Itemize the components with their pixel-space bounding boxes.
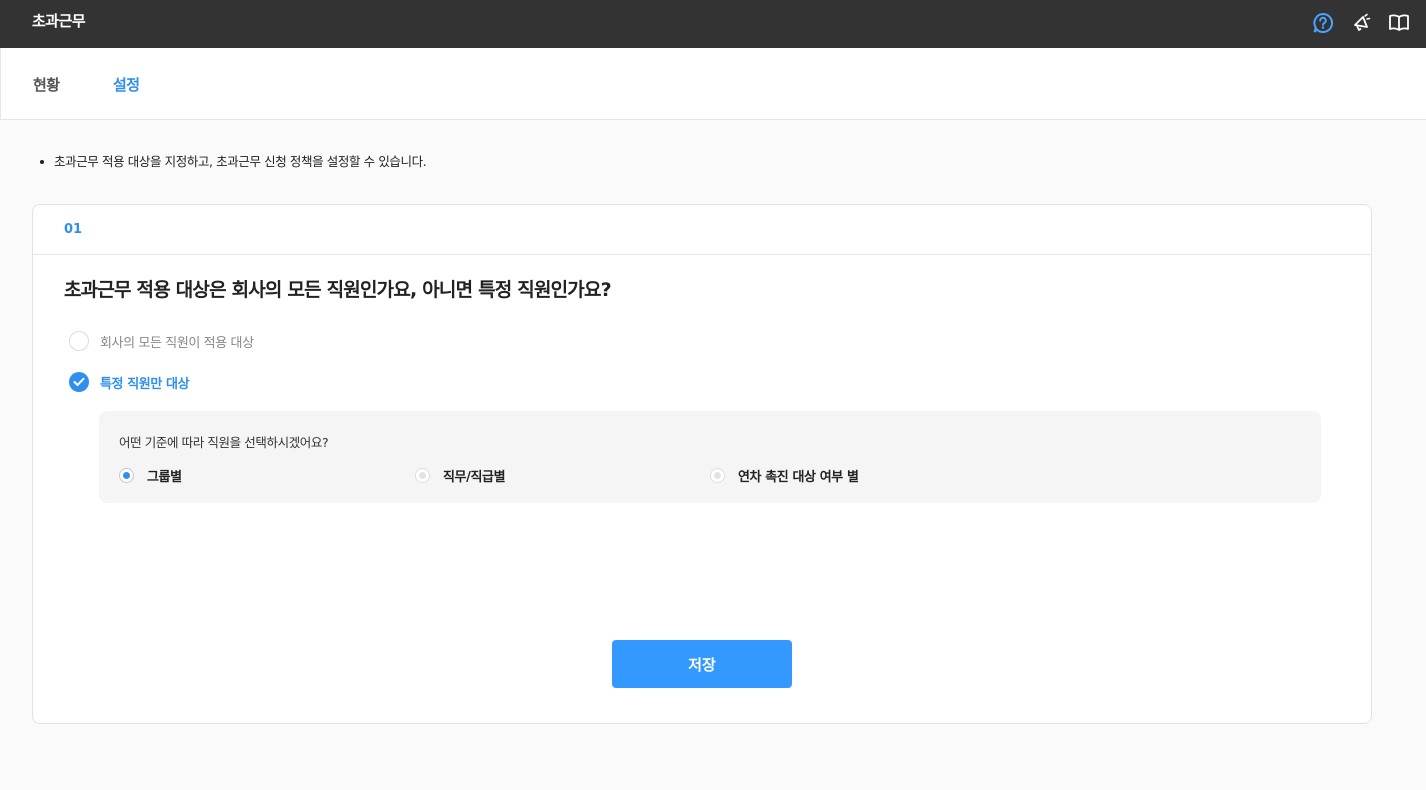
tab-settings[interactable]: 설정 — [113, 74, 140, 95]
help-circle-icon[interactable] — [1310, 10, 1336, 36]
radio-label: 연차 촉진 대상 여부 별 — [738, 470, 859, 485]
option-label: 특정 직원만 대상 — [100, 376, 190, 392]
option-specific-employees[interactable]: 특정 직원만 대상 — [69, 372, 190, 392]
section-question: 초과근무 적용 대상은 회사의 모든 직원인가요, 아니면 특정 직원인가요? — [64, 279, 612, 301]
save-button[interactable]: 저장 — [612, 640, 792, 688]
app-title: 초과근무 — [32, 12, 86, 30]
unchecked-circle-icon[interactable] — [69, 331, 89, 351]
radio-by-group[interactable]: 그룹별 — [119, 466, 182, 485]
radio-by-job-rank[interactable]: 직무/직급별 — [415, 466, 506, 485]
radio-by-leave-promotion[interactable]: 연차 촉진 대상 여부 별 — [710, 466, 859, 485]
option-label: 회사의 모든 직원이 적용 대상 — [100, 335, 254, 351]
card-header: 01 — [33, 205, 1371, 255]
notice-label: 초과근무 적용 대상을 지정하고, 초과근무 신청 정책을 설정할 수 있습니다… — [54, 154, 427, 169]
settings-card: 01 초과근무 적용 대상은 회사의 모든 직원인가요, 아니면 특정 직원인가… — [32, 204, 1372, 724]
step-number: 01 — [64, 222, 83, 237]
top-icons — [1310, 10, 1412, 36]
tab-status[interactable]: 현황 — [33, 74, 60, 95]
radio-label: 직무/직급별 — [443, 470, 506, 485]
radio-label: 그룹별 — [147, 470, 182, 485]
notice-text: 초과근무 적용 대상을 지정하고, 초과근무 신청 정책을 설정할 수 있습니다… — [40, 151, 427, 170]
criteria-question: 어떤 기준에 따라 직원을 선택하시겠어요? — [119, 435, 329, 450]
radio-selected-icon[interactable] — [119, 468, 134, 483]
megaphone-icon[interactable] — [1348, 10, 1374, 36]
top-bar: 초과근무 — [0, 0, 1426, 48]
radio-disabled-icon[interactable] — [710, 468, 725, 483]
criteria-panel: 어떤 기준에 따라 직원을 선택하시겠어요? 그룹별 직무/직급별 연차 촉진 … — [99, 411, 1321, 503]
tab-bar: 현황 설정 — [0, 48, 1426, 120]
check-circle-icon[interactable] — [69, 372, 89, 392]
radio-disabled-icon[interactable] — [415, 468, 430, 483]
option-all-employees[interactable]: 회사의 모든 직원이 적용 대상 — [69, 331, 254, 351]
book-open-icon[interactable] — [1386, 10, 1412, 36]
bullet-dot — [40, 159, 44, 164]
